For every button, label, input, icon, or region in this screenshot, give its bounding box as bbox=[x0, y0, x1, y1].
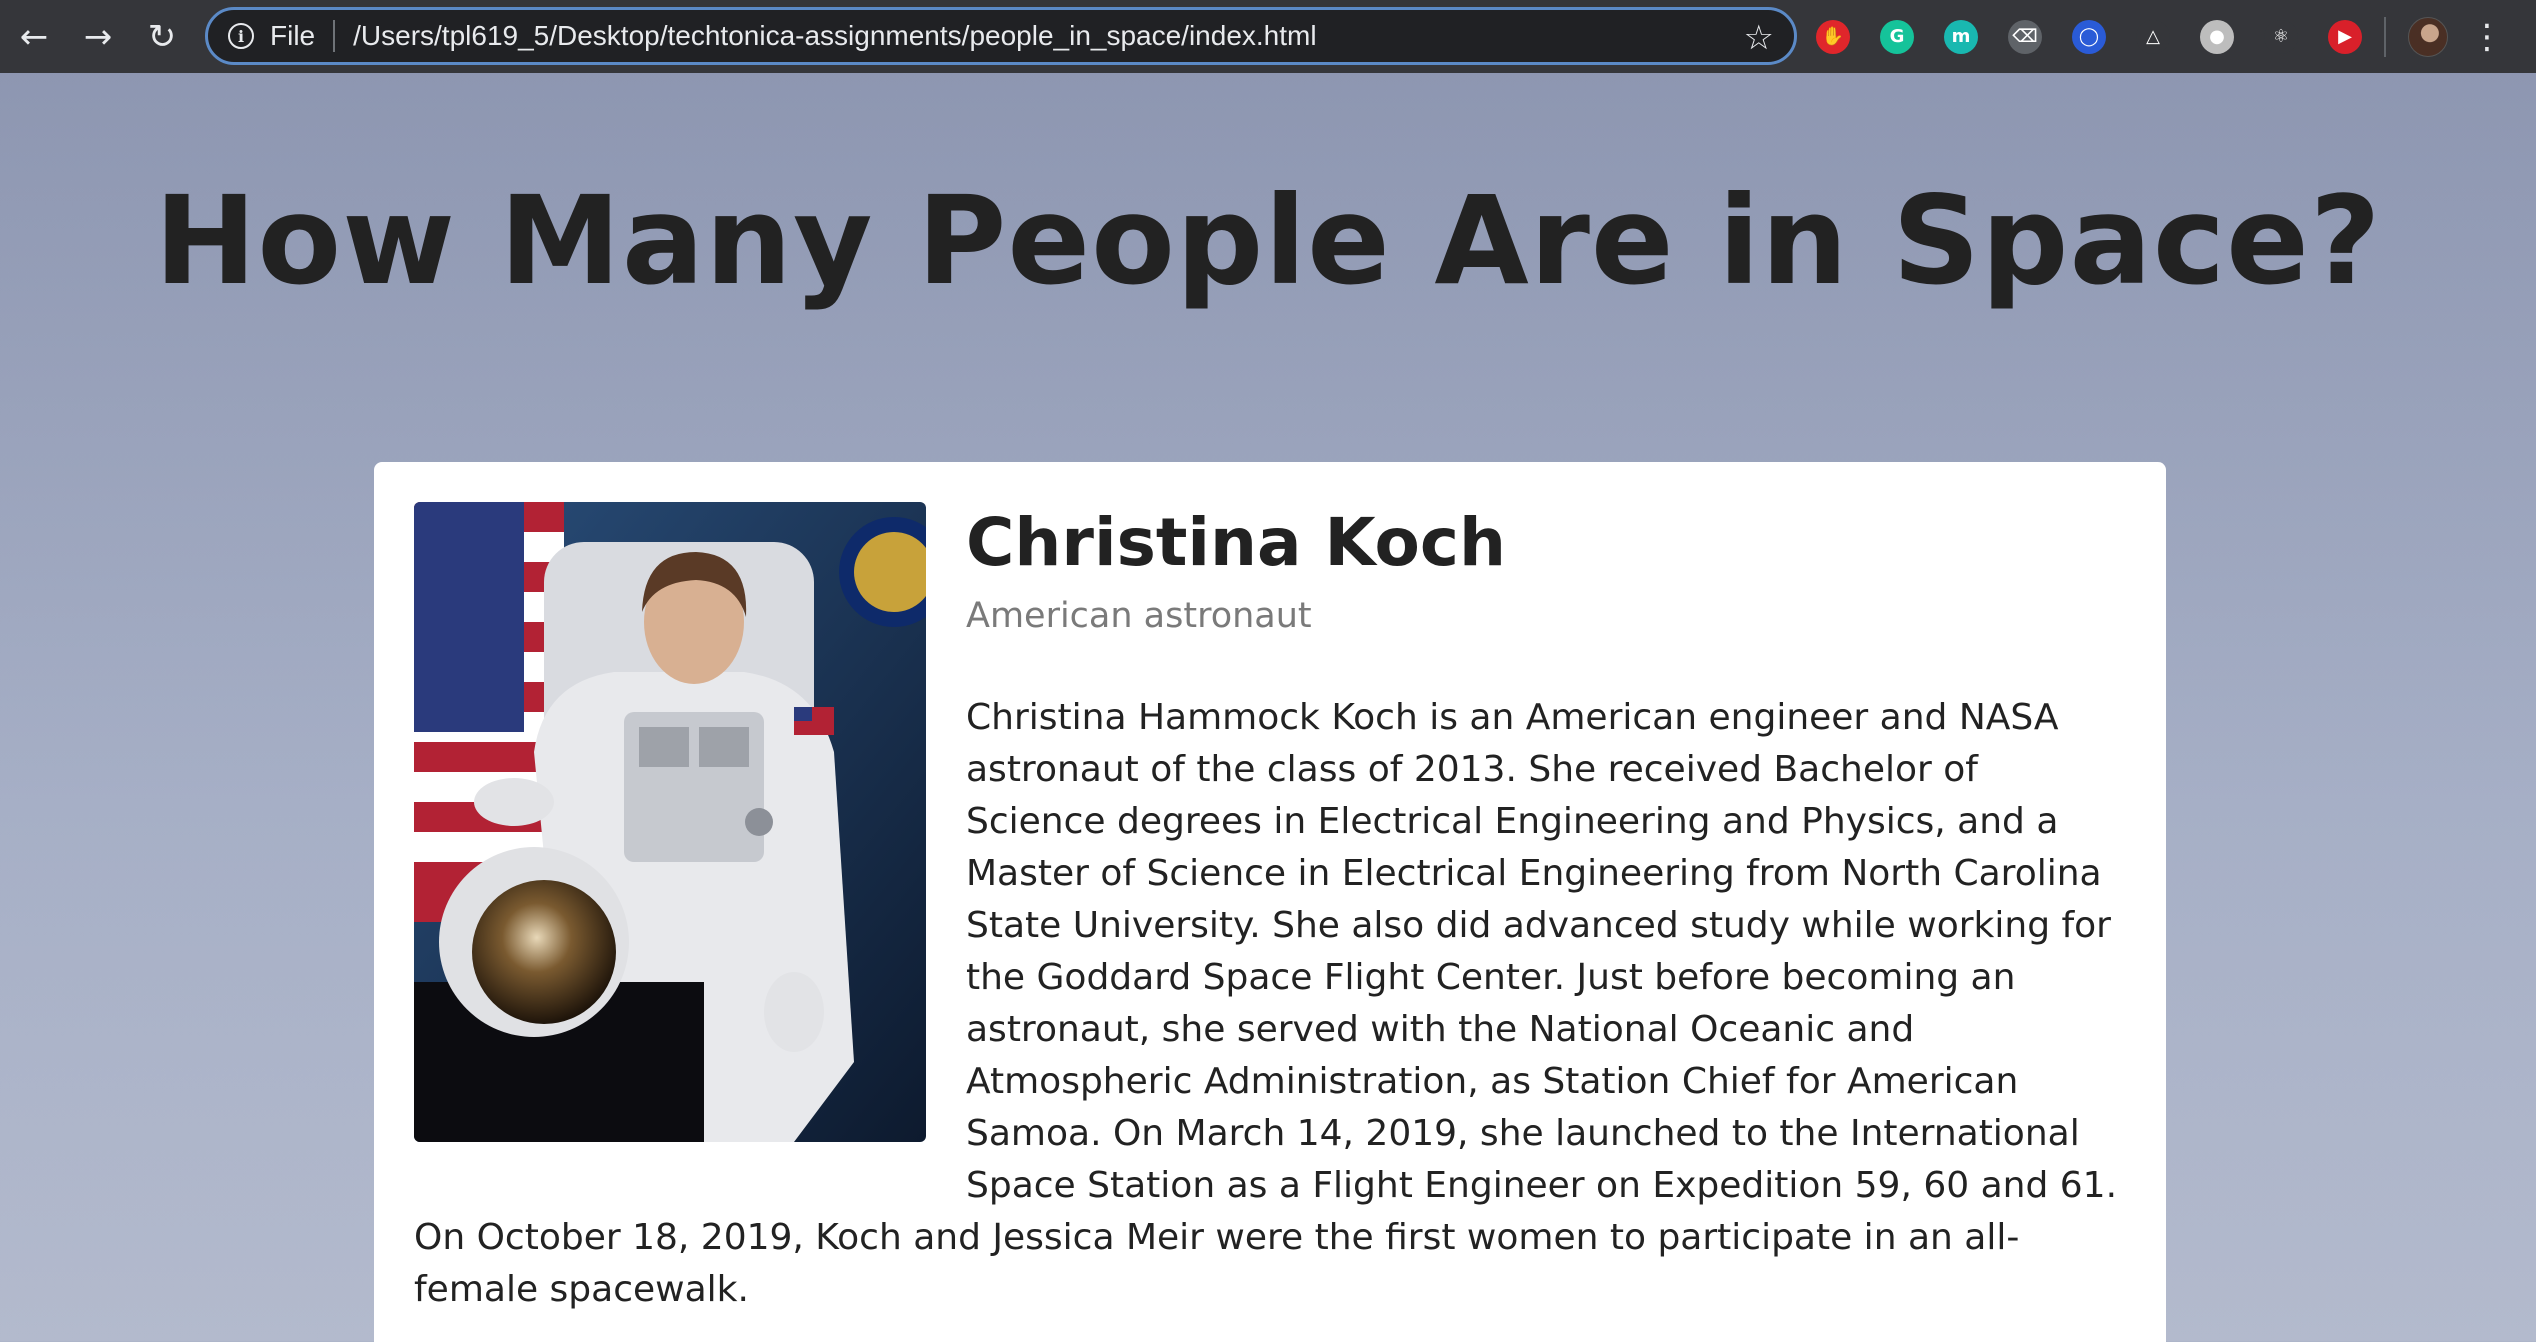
forward-button[interactable]: → bbox=[66, 0, 130, 73]
circle-extension-icon[interactable]: ● bbox=[2200, 19, 2234, 54]
youtube-extension-icon[interactable]: ▶ bbox=[2328, 19, 2362, 54]
react-devtools-icon[interactable]: ⚛ bbox=[2264, 19, 2298, 54]
back-button[interactable]: ← bbox=[2, 0, 66, 73]
address-bar[interactable]: i File /Users/tpl619_5/Desktop/techtonic… bbox=[205, 7, 1797, 65]
page-title: How Many People Are in Space? bbox=[154, 170, 2382, 312]
toolbar-divider bbox=[2384, 16, 2386, 57]
grammarly-icon[interactable]: G bbox=[1880, 19, 1914, 54]
bookmark-star-icon[interactable]: ☆ bbox=[1744, 18, 1774, 58]
browser-toolbar: ← → ↻ i File /Users/tpl619_5/Desktop/tec… bbox=[0, 0, 2536, 73]
forward-arrow-icon: → bbox=[83, 16, 113, 57]
triangle-extension-icon[interactable]: △ bbox=[2136, 19, 2170, 54]
profile-avatar[interactable] bbox=[2408, 16, 2448, 57]
ring-extension-icon[interactable]: ◯ bbox=[2072, 19, 2106, 54]
url-text[interactable]: /Users/tpl619_5/Desktop/techtonica-assig… bbox=[353, 20, 1316, 52]
clear-icon[interactable]: ⌫ bbox=[2008, 19, 2042, 54]
astronaut-card: Christina Koch American astronaut Christ… bbox=[374, 462, 2166, 1342]
back-arrow-icon: ← bbox=[19, 16, 49, 57]
reload-icon: ↻ bbox=[147, 16, 177, 57]
m-extension-icon[interactable]: m bbox=[1944, 19, 1978, 54]
astronaut-photo bbox=[414, 502, 926, 1142]
adblock-icon[interactable]: ✋ bbox=[1816, 19, 1850, 54]
menu-kebab-icon[interactable]: ⋮ bbox=[2470, 20, 2504, 54]
url-separator bbox=[333, 20, 336, 52]
extensions-bar: ✋ Gm ⌫ ◯ △ ● ⚛ ▶ ⋮ bbox=[1816, 0, 2504, 73]
file-label: File bbox=[270, 20, 316, 51]
reload-button[interactable]: ↻ bbox=[130, 0, 194, 73]
info-icon[interactable]: i bbox=[228, 23, 254, 49]
